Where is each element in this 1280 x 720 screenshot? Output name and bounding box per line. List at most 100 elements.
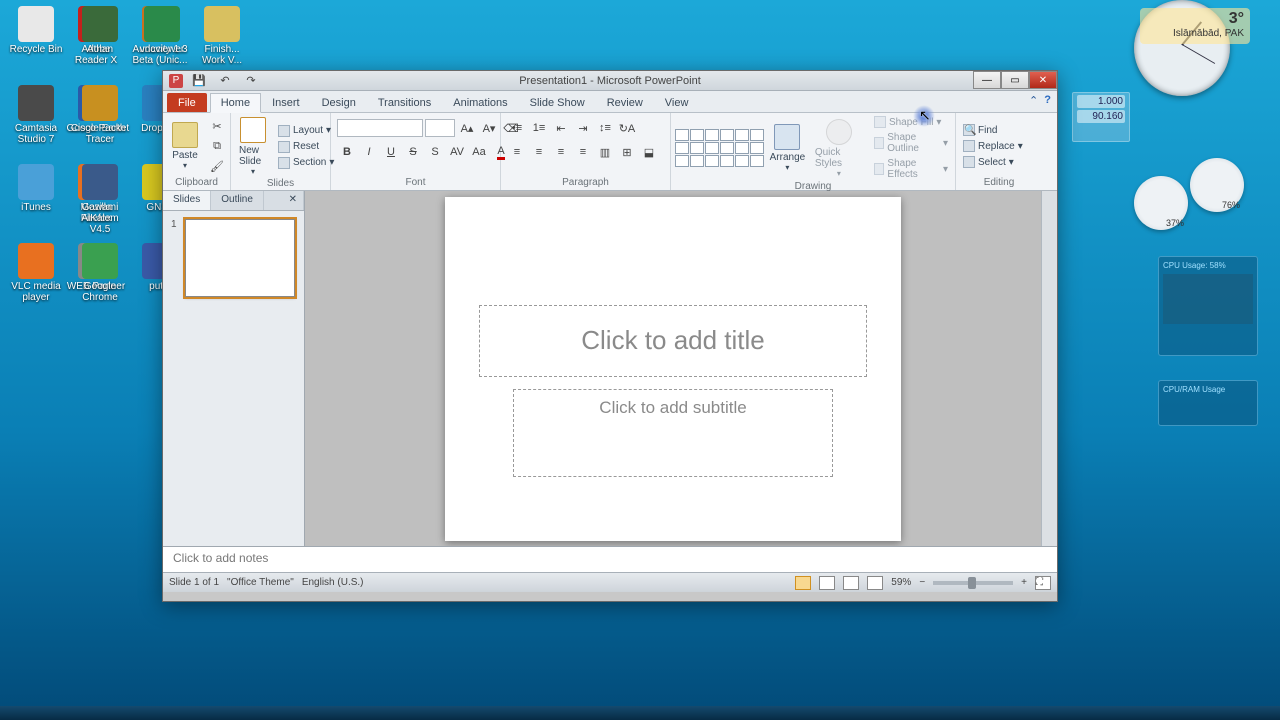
titlebar[interactable]: P 💾 ↶ ↷ Presentation1 - Microsoft PowerP… [163, 71, 1057, 91]
app-icon [18, 85, 54, 121]
tab-design[interactable]: Design [311, 93, 367, 112]
new-slide-button[interactable]: New Slide ▾ [235, 115, 271, 178]
select-button[interactable]: Select ▾ [960, 155, 1026, 169]
tab-review[interactable]: Review [596, 93, 654, 112]
bullets-icon[interactable]: •≡ [507, 119, 527, 137]
notes-pane[interactable]: Click to add notes [163, 546, 1057, 572]
shape-effects-icon [874, 163, 884, 175]
replace-button[interactable]: Replace ▾ [960, 139, 1026, 153]
shape-effects-button[interactable]: Shape Effects ▾ [871, 157, 951, 181]
app-icon [204, 6, 240, 42]
columns-icon[interactable]: ▥ [595, 143, 615, 161]
text-direction-icon[interactable]: ↻A [617, 119, 637, 137]
help-icon[interactable]: ? [1044, 94, 1051, 107]
tab-file[interactable]: File [167, 93, 207, 112]
shape-outline-button[interactable]: Shape Outline ▾ [871, 131, 951, 155]
align-center-icon[interactable]: ≡ [529, 143, 549, 161]
vertical-scrollbar[interactable] [1041, 191, 1057, 546]
grow-font-icon[interactable]: A▴ [457, 119, 477, 137]
normal-view-button[interactable] [795, 576, 811, 590]
reading-view-button[interactable] [843, 576, 859, 590]
change-case-icon[interactable]: Aa [469, 143, 489, 161]
bold-button[interactable]: B [337, 143, 357, 161]
shape-fill-button[interactable]: Shape Fill ▾ [871, 115, 951, 129]
shrink-font-icon[interactable]: A▾ [479, 119, 499, 137]
close-button[interactable]: ✕ [1029, 71, 1057, 89]
layout-button[interactable]: Layout ▾ [275, 124, 337, 138]
line-spacing-icon[interactable]: ↕≡ [595, 119, 615, 137]
maximize-button[interactable]: ▭ [1001, 71, 1029, 89]
zoom-in-button[interactable]: + [1021, 577, 1027, 588]
slideshow-view-button[interactable] [867, 576, 883, 590]
numbering-icon[interactable]: 1≡ [529, 119, 549, 137]
paste-button[interactable]: Paste ▾ [167, 120, 203, 172]
shadow-button[interactable]: S [425, 143, 445, 161]
inc-indent-icon[interactable]: ⇥ [573, 119, 593, 137]
tab-view[interactable]: View [654, 93, 700, 112]
subtitle-placeholder[interactable]: Click to add subtitle [513, 389, 833, 477]
panel-tab-outline[interactable]: Outline [211, 191, 264, 210]
strike-button[interactable]: S [403, 143, 423, 161]
align-right-icon[interactable]: ≡ [551, 143, 571, 161]
zoom-percent[interactable]: 59% [891, 577, 911, 588]
desktop-icon[interactable]: iTunes [6, 164, 66, 239]
status-language[interactable]: English (U.S.) [302, 577, 364, 588]
font-name-input[interactable] [337, 119, 423, 137]
underline-button[interactable]: U [381, 143, 401, 161]
font-size-input[interactable] [425, 119, 455, 137]
smartart-icon[interactable]: ⬓ [639, 143, 659, 161]
app-icon [18, 164, 54, 200]
panel-close-icon[interactable]: ✕ [283, 191, 304, 210]
sorter-view-button[interactable] [819, 576, 835, 590]
tab-slideshow[interactable]: Slide Show [519, 93, 596, 112]
slide: Click to add title Click to add subtitle [445, 197, 901, 541]
speedometer-gadget-2: 37% [1134, 176, 1188, 230]
slide-thumbnail[interactable]: 1 [171, 219, 296, 297]
cpu-monitor-gadget: CPU Usage: 58% [1158, 256, 1258, 356]
justify-icon[interactable]: ≡ [573, 143, 593, 161]
tab-animations[interactable]: Animations [442, 93, 518, 112]
minimize-ribbon-icon[interactable]: ⌃ [1029, 94, 1038, 107]
quick-styles-button[interactable]: Quick Styles▾ [811, 117, 867, 180]
app-label: Finish... Work V... [192, 44, 252, 66]
arrange-button[interactable]: Arrange▾ [768, 122, 807, 174]
desktop-icon[interactable]: Cisco Packet Tracer [70, 85, 130, 160]
desktop-icon[interactable]: Athan [70, 6, 130, 81]
panel-tab-slides[interactable]: Slides [163, 191, 211, 210]
fit-window-button[interactable]: ⛶ [1035, 576, 1051, 590]
thumbnail-preview [185, 219, 295, 297]
section-button[interactable]: Section ▾ [275, 156, 337, 170]
reset-button[interactable]: Reset [275, 140, 337, 154]
slide-panel: Slides Outline ✕ 1 [163, 191, 305, 546]
copy-icon[interactable]: ⧉ [207, 137, 227, 155]
cut-icon[interactable]: ✂ [207, 117, 227, 135]
ribbon-group-slides: New Slide ▾ Layout ▾ Reset Section ▾ Sli… [231, 113, 331, 190]
desktop-icon[interactable]: Camtasia Studio 7 [6, 85, 66, 160]
char-spacing-icon[interactable]: AV [447, 143, 467, 161]
desktop-icon[interactable]: Gawami AlKalem V4.5 [70, 164, 130, 239]
find-button[interactable]: 🔍Find [960, 123, 1026, 137]
status-theme: "Office Theme" [227, 577, 294, 588]
tab-insert[interactable]: Insert [261, 93, 311, 112]
select-icon [963, 156, 975, 168]
zoom-out-button[interactable]: − [919, 577, 925, 588]
app-icon [18, 6, 54, 42]
desktop-icon[interactable]: Recycle Bin [6, 6, 66, 81]
zoom-slider[interactable] [933, 581, 1013, 585]
dec-indent-icon[interactable]: ⇤ [551, 119, 571, 137]
format-painter-icon[interactable]: 🖌 [207, 157, 227, 175]
align-left-icon[interactable]: ≡ [507, 143, 527, 161]
tab-home[interactable]: Home [210, 93, 261, 113]
shapes-gallery[interactable] [675, 129, 764, 167]
italic-button[interactable]: I [359, 143, 379, 161]
desktop-icon[interactable]: VLC media player [6, 243, 66, 318]
app-label: Recycle Bin [10, 44, 63, 55]
align-text-icon[interactable]: ⊞ [617, 143, 637, 161]
app-icon [18, 243, 54, 279]
slide-canvas-area[interactable]: Click to add title Click to add subtitle [305, 191, 1041, 546]
tab-transitions[interactable]: Transitions [367, 93, 442, 112]
desktop-icon[interactable]: Google Chrome [70, 243, 130, 318]
title-placeholder[interactable]: Click to add title [479, 305, 867, 377]
minimize-button[interactable]: — [973, 71, 1001, 89]
taskbar[interactable] [0, 706, 1280, 720]
